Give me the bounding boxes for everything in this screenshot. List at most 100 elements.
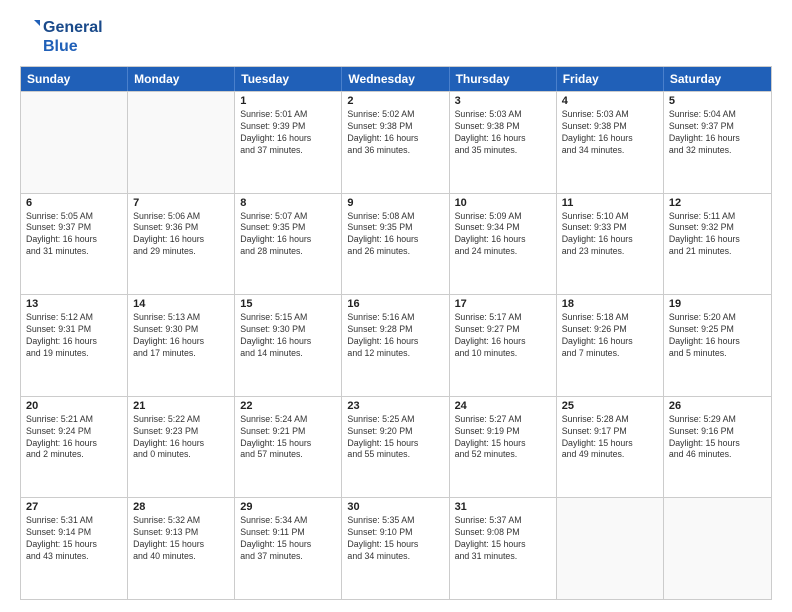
cal-cell: 4Sunrise: 5:03 AM Sunset: 9:38 PM Daylig… (557, 92, 664, 193)
calendar-header: SundayMondayTuesdayWednesdayThursdayFrid… (21, 67, 771, 91)
cal-cell: 15Sunrise: 5:15 AM Sunset: 9:30 PM Dayli… (235, 295, 342, 396)
cell-info: Sunrise: 5:17 AM Sunset: 9:27 PM Dayligh… (455, 312, 551, 360)
cal-cell: 29Sunrise: 5:34 AM Sunset: 9:11 PM Dayli… (235, 498, 342, 599)
cal-cell: 12Sunrise: 5:11 AM Sunset: 9:32 PM Dayli… (664, 194, 771, 295)
day-number: 24 (455, 400, 551, 412)
cell-info: Sunrise: 5:07 AM Sunset: 9:35 PM Dayligh… (240, 211, 336, 259)
day-number: 4 (562, 95, 658, 107)
week-row-3: 13 Sunrise: 5:12 AM Sunset: 9:31 PM Dayli… (21, 294, 771, 396)
day-header-sunday: Sunday (21, 67, 128, 91)
week-row-1: 1Sunrise: 5:01 AM Sunset: 9:39 PM Daylig… (21, 91, 771, 193)
day-number: 27 (26, 501, 122, 513)
day-number: 18 (562, 298, 658, 310)
cell-info: Sunrise: 5:09 AM Sunset: 9:34 PM Dayligh… (455, 211, 551, 259)
logo-blue-text: Blue (43, 38, 78, 56)
cal-cell (21, 92, 128, 193)
cal-cell: 31 Sunrise: 5:37 AM Sunset: 9:08 PM Dayli… (450, 498, 557, 599)
week-row-4: 20Sunrise: 5:21 AM Sunset: 9:24 PM Dayli… (21, 396, 771, 498)
cal-cell: 22 Sunrise: 5:24 AM Sunset: 9:21 PM Dayli… (235, 397, 342, 498)
cell-info: Sunrise: 5:18 AM Sunset: 9:26 PM Dayligh… (562, 312, 658, 360)
cal-cell: 26 Sunrise: 5:29 AM Sunset: 9:16 PM Dayli… (664, 397, 771, 498)
day-number: 3 (455, 95, 551, 107)
cell-info: Sunrise: 5:20 AM Sunset: 9:25 PM Dayligh… (669, 312, 766, 360)
cell-info: Sunrise: 5:01 AM Sunset: 9:39 PM Dayligh… (240, 109, 336, 157)
cal-cell: 27Sunrise: 5:31 AM Sunset: 9:14 PM Dayli… (21, 498, 128, 599)
cal-cell: 1Sunrise: 5:01 AM Sunset: 9:39 PM Daylig… (235, 92, 342, 193)
day-number: 31 (455, 501, 551, 513)
cal-cell: 17 Sunrise: 5:17 AM Sunset: 9:27 PM Dayli… (450, 295, 557, 396)
page: General Blue SundayMondayTuesdayWednesda… (0, 0, 792, 612)
cell-info: Sunrise: 5:12 AM Sunset: 9:31 PM Dayligh… (26, 312, 122, 360)
cell-info: Sunrise: 5:29 AM Sunset: 9:16 PM Dayligh… (669, 414, 766, 462)
cal-cell: 20Sunrise: 5:21 AM Sunset: 9:24 PM Dayli… (21, 397, 128, 498)
cal-cell: 3Sunrise: 5:03 AM Sunset: 9:38 PM Daylig… (450, 92, 557, 193)
cal-cell: 30 Sunrise: 5:35 AM Sunset: 9:10 PM Dayli… (342, 498, 449, 599)
logo-svg (20, 18, 40, 38)
cell-info: Sunrise: 5:08 AM Sunset: 9:35 PM Dayligh… (347, 211, 443, 259)
day-header-tuesday: Tuesday (235, 67, 342, 91)
day-number: 10 (455, 197, 551, 209)
cell-info: Sunrise: 5:37 AM Sunset: 9:08 PM Dayligh… (455, 515, 551, 563)
cal-cell: 9 Sunrise: 5:08 AM Sunset: 9:35 PM Daylig… (342, 194, 449, 295)
day-number: 7 (133, 197, 229, 209)
day-number: 15 (240, 298, 336, 310)
calendar: SundayMondayTuesdayWednesdayThursdayFrid… (20, 66, 772, 600)
cal-cell (557, 498, 664, 599)
day-number: 11 (562, 197, 658, 209)
cell-info: Sunrise: 5:22 AM Sunset: 9:23 PM Dayligh… (133, 414, 229, 462)
day-number: 26 (669, 400, 766, 412)
cell-info: Sunrise: 5:06 AM Sunset: 9:36 PM Dayligh… (133, 211, 229, 259)
day-number: 6 (26, 197, 122, 209)
day-header-thursday: Thursday (450, 67, 557, 91)
logo-general-text: General (43, 19, 103, 37)
week-row-5: 27Sunrise: 5:31 AM Sunset: 9:14 PM Dayli… (21, 497, 771, 599)
day-number: 28 (133, 501, 229, 513)
day-header-monday: Monday (128, 67, 235, 91)
cell-info: Sunrise: 5:11 AM Sunset: 9:32 PM Dayligh… (669, 211, 766, 259)
cell-info: Sunrise: 5:10 AM Sunset: 9:33 PM Dayligh… (562, 211, 658, 259)
day-number: 5 (669, 95, 766, 107)
cell-info: Sunrise: 5:16 AM Sunset: 9:28 PM Dayligh… (347, 312, 443, 360)
day-number: 17 (455, 298, 551, 310)
logo: General Blue (20, 18, 103, 56)
cell-info: Sunrise: 5:13 AM Sunset: 9:30 PM Dayligh… (133, 312, 229, 360)
day-number: 30 (347, 501, 443, 513)
cal-cell: 6 Sunrise: 5:05 AM Sunset: 9:37 PM Daylig… (21, 194, 128, 295)
cal-cell: 24 Sunrise: 5:27 AM Sunset: 9:19 PM Dayli… (450, 397, 557, 498)
cal-cell: 18 Sunrise: 5:18 AM Sunset: 9:26 PM Dayli… (557, 295, 664, 396)
cell-info: Sunrise: 5:04 AM Sunset: 9:37 PM Dayligh… (669, 109, 766, 157)
day-header-saturday: Saturday (664, 67, 771, 91)
day-number: 14 (133, 298, 229, 310)
cal-cell: 16 Sunrise: 5:16 AM Sunset: 9:28 PM Dayli… (342, 295, 449, 396)
day-number: 9 (347, 197, 443, 209)
day-number: 22 (240, 400, 336, 412)
cal-cell: 10 Sunrise: 5:09 AM Sunset: 9:34 PM Dayli… (450, 194, 557, 295)
cell-info: Sunrise: 5:34 AM Sunset: 9:11 PM Dayligh… (240, 515, 336, 563)
cell-info: Sunrise: 5:35 AM Sunset: 9:10 PM Dayligh… (347, 515, 443, 563)
cal-cell (664, 498, 771, 599)
cal-cell: 28 Sunrise: 5:32 AM Sunset: 9:13 PM Dayli… (128, 498, 235, 599)
cell-info: Sunrise: 5:21 AM Sunset: 9:24 PM Dayligh… (26, 414, 122, 462)
cal-cell: 25 Sunrise: 5:28 AM Sunset: 9:17 PM Dayli… (557, 397, 664, 498)
cell-info: Sunrise: 5:24 AM Sunset: 9:21 PM Dayligh… (240, 414, 336, 462)
header: General Blue (20, 18, 772, 56)
cal-cell: 11 Sunrise: 5:10 AM Sunset: 9:33 PM Dayli… (557, 194, 664, 295)
day-number: 16 (347, 298, 443, 310)
cal-cell: 2Sunrise: 5:02 AM Sunset: 9:38 PM Daylig… (342, 92, 449, 193)
cal-cell: 8 Sunrise: 5:07 AM Sunset: 9:35 PM Daylig… (235, 194, 342, 295)
cell-info: Sunrise: 5:25 AM Sunset: 9:20 PM Dayligh… (347, 414, 443, 462)
cal-cell (128, 92, 235, 193)
cal-cell: 23 Sunrise: 5:25 AM Sunset: 9:20 PM Dayli… (342, 397, 449, 498)
day-number: 13 (26, 298, 122, 310)
day-number: 8 (240, 197, 336, 209)
day-number: 25 (562, 400, 658, 412)
week-row-2: 6 Sunrise: 5:05 AM Sunset: 9:37 PM Daylig… (21, 193, 771, 295)
cal-cell: 7 Sunrise: 5:06 AM Sunset: 9:36 PM Daylig… (128, 194, 235, 295)
cal-cell: 13 Sunrise: 5:12 AM Sunset: 9:31 PM Dayli… (21, 295, 128, 396)
cell-info: Sunrise: 5:05 AM Sunset: 9:37 PM Dayligh… (26, 211, 122, 259)
cell-info: Sunrise: 5:32 AM Sunset: 9:13 PM Dayligh… (133, 515, 229, 563)
cal-cell: 19Sunrise: 5:20 AM Sunset: 9:25 PM Dayli… (664, 295, 771, 396)
day-number: 23 (347, 400, 443, 412)
cell-info: Sunrise: 5:27 AM Sunset: 9:19 PM Dayligh… (455, 414, 551, 462)
cell-info: Sunrise: 5:28 AM Sunset: 9:17 PM Dayligh… (562, 414, 658, 462)
